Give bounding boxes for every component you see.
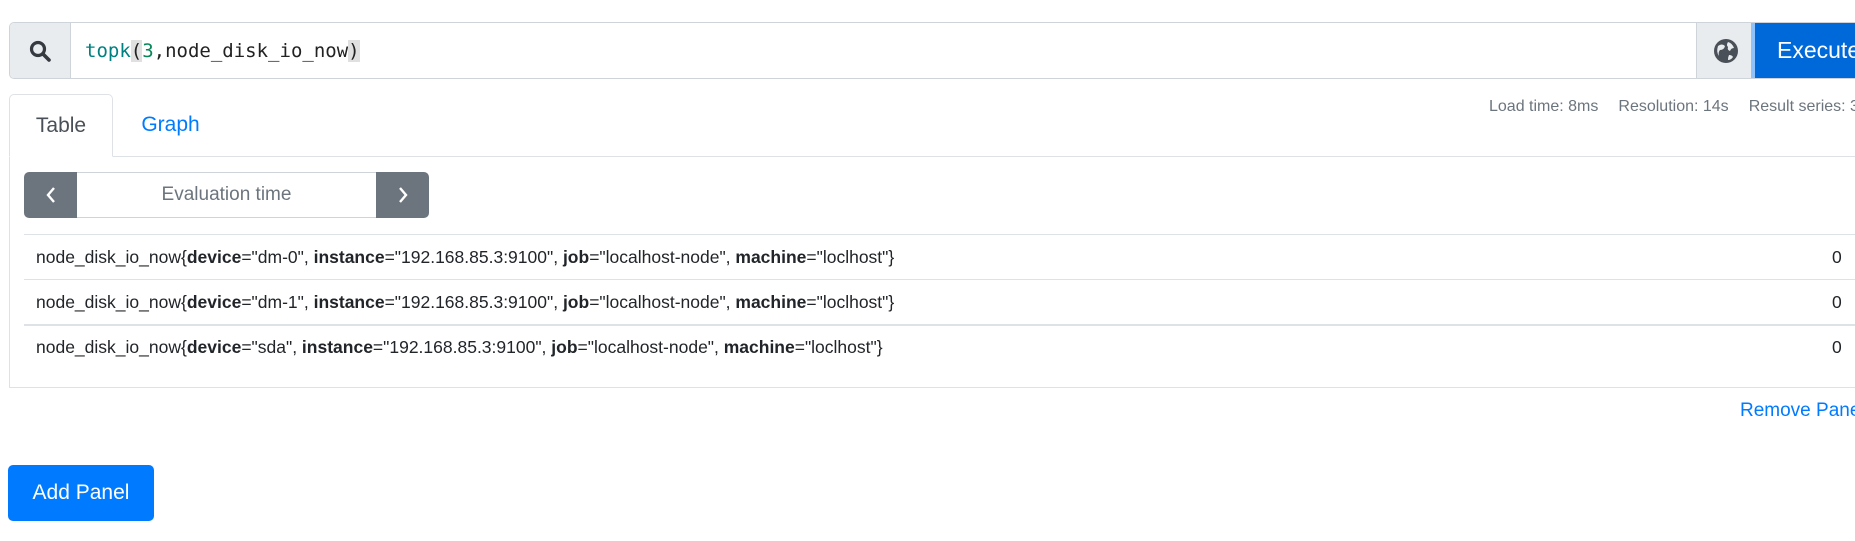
execute-button[interactable]: Execute	[1755, 23, 1855, 78]
expression-input[interactable]: topk(3 ,node_disk_io_now)	[71, 23, 1855, 78]
query-function: topk	[85, 39, 131, 62]
table-row: node_disk_io_now{device="sda", instance=…	[24, 324, 1855, 369]
tab-table[interactable]: Table	[9, 94, 113, 157]
evaluation-time-input[interactable]: Evaluation time	[77, 172, 376, 218]
query-stats: Load time: 8ms Resolution: 14s Result seri…	[1489, 98, 1855, 116]
series-label: node_disk_io_now{device="dm-1", instance…	[36, 291, 895, 312]
series-label: node_disk_io_now{device="sda", instance=…	[36, 337, 883, 357]
series-value: 0	[1832, 337, 1842, 357]
next-time-button[interactable]	[376, 172, 429, 218]
previous-time-button[interactable]	[24, 172, 77, 218]
globe-icon	[1714, 38, 1738, 63]
search-icon	[10, 23, 71, 78]
table-row: node_disk_io_now{device="dm-1", instance…	[24, 279, 1855, 324]
result-series: Result series: 3	[1748, 98, 1855, 115]
series-value: 0	[1832, 246, 1842, 267]
query-metric: ,node_disk_io_now	[153, 39, 349, 62]
query-k: 3	[142, 39, 154, 62]
remove-panel-link[interactable]: Remove Panel	[1740, 400, 1855, 422]
add-panel-button[interactable]: Add Panel	[8, 465, 154, 521]
metrics-explorer-button[interactable]	[1696, 23, 1755, 78]
table-row: node_disk_io_now{device="dm-0", instance…	[24, 234, 1855, 279]
resolution: Resolution: 14s	[1618, 98, 1729, 115]
series-label: node_disk_io_now{device="dm-0", instance…	[36, 246, 895, 267]
query-paren-close: )	[348, 39, 360, 62]
tab-graph[interactable]: Graph	[113, 94, 228, 156]
series-value: 0	[1832, 291, 1842, 312]
query-paren-open: (	[130, 39, 143, 62]
evaluation-time-group: Evaluation time	[24, 172, 429, 218]
expression-input-group: topk(3 ,node_disk_io_now) Execute	[9, 22, 1855, 79]
load-time: Load time: 8ms	[1489, 98, 1599, 115]
chevron-left-icon	[45, 187, 55, 203]
chevron-right-icon	[398, 187, 408, 203]
